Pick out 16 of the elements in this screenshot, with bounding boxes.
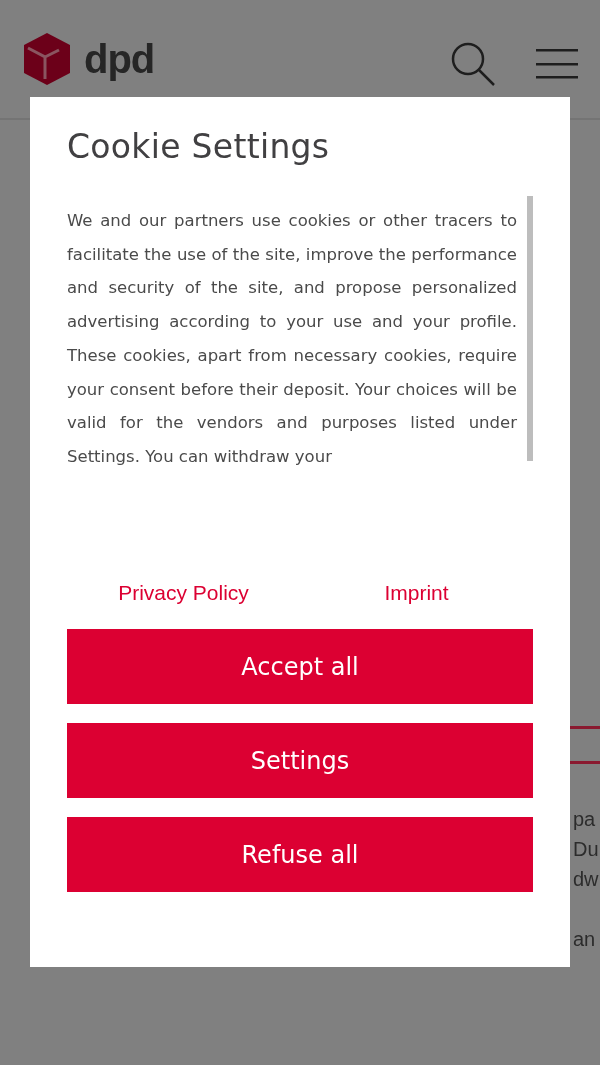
menu-icon[interactable] (536, 48, 578, 80)
background-text: Du (573, 837, 599, 862)
cookie-notice-text: We and our partners use cookies or other tracers to facilitate the use of the site, improve the performance and security of the site, and propose personalized advertising according to your use and your profile. These cookies, apart from necessary cookies, require your consent before their deposit. Your choices will be valid for the vendors and purposes listed under Settings. You can withdraw your (67, 210, 517, 468)
scrollbar[interactable] (527, 196, 533, 461)
search-icon[interactable] (450, 41, 496, 87)
parcel-box-icon (22, 32, 72, 86)
dialog-title: Cookie Settings (67, 127, 331, 166)
background-text: an (573, 927, 596, 952)
background-text: pa (573, 807, 596, 832)
consent-button[interactable]: Refuse all (67, 817, 533, 892)
policy-link[interactable]: Privacy Policy (67, 581, 300, 605)
policy-link[interactable]: Imprint (300, 581, 533, 605)
consent-button[interactable]: Accept all (67, 629, 533, 704)
consent-button[interactable]: Settings (67, 723, 533, 798)
logo-wordmark[interactable]: dpd (84, 36, 155, 82)
background-text: dw (573, 867, 599, 892)
